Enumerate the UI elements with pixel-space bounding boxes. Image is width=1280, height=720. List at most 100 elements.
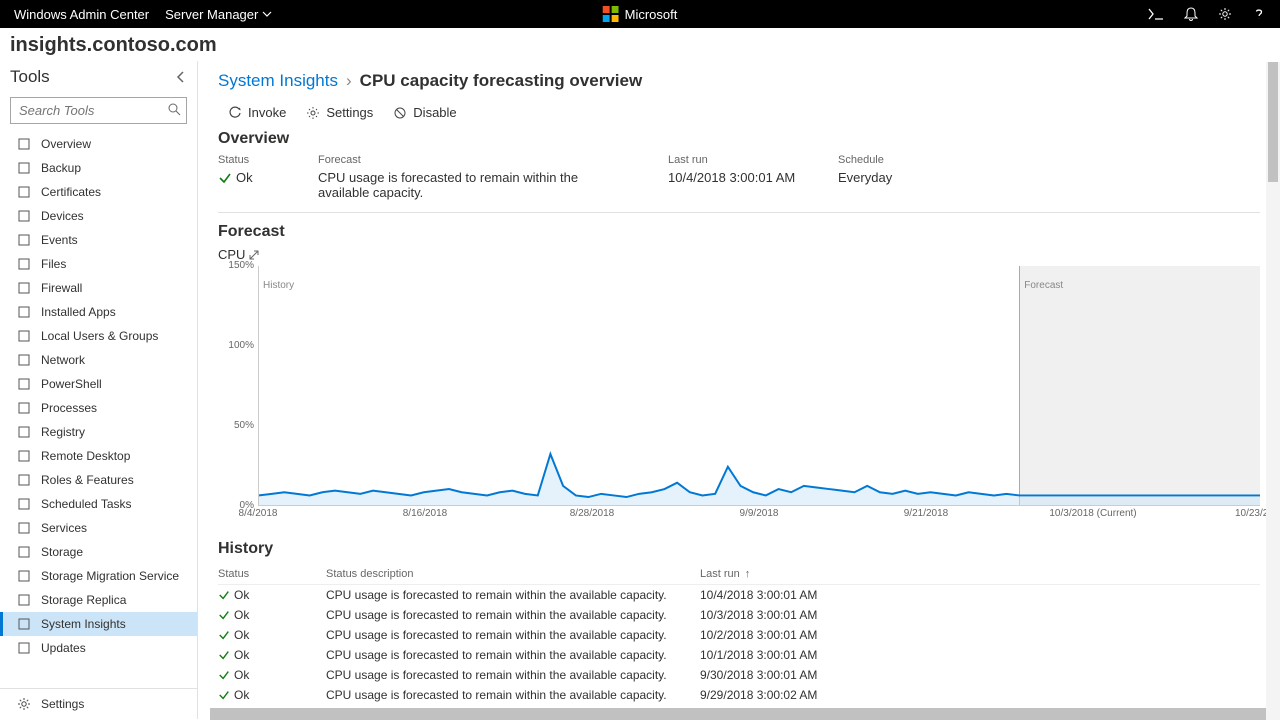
sidebar-item-label: PowerShell — [41, 377, 102, 391]
gear-icon[interactable] — [1218, 7, 1232, 21]
tool-icon — [17, 521, 31, 535]
sidebar-item-settings[interactable]: Settings — [0, 689, 197, 719]
expand-icon[interactable] — [249, 250, 259, 260]
sort-asc-icon: ↑ — [742, 568, 751, 580]
sidebar-item-events[interactable]: Events — [0, 228, 197, 252]
search-input[interactable] — [10, 97, 187, 124]
tool-icon — [17, 161, 31, 175]
refresh-icon — [228, 106, 242, 120]
sidebar-item-system-insights[interactable]: System Insights — [0, 612, 197, 636]
sidebar-item-storage-replica[interactable]: Storage Replica — [0, 588, 197, 612]
sidebar-item-label: Overview — [41, 137, 91, 151]
check-icon — [218, 629, 230, 641]
tool-icon — [17, 569, 31, 583]
sidebar-item-scheduled-tasks[interactable]: Scheduled Tasks — [0, 492, 197, 516]
command-bar: Invoke Settings Disable — [218, 105, 1260, 120]
tool-icon — [17, 641, 31, 655]
forecast-title: Forecast — [218, 223, 1260, 241]
lastrun-value: 10/4/2018 3:00:01 AM — [668, 170, 798, 185]
col-status[interactable]: Status — [218, 568, 326, 580]
sidebar-item-roles-features[interactable]: Roles & Features — [0, 468, 197, 492]
sidebar-item-processes[interactable]: Processes — [0, 396, 197, 420]
cpu-forecast-chart: 0%50%100%150% History Forecast 8/4/20188… — [218, 266, 1260, 526]
sidebar-item-services[interactable]: Services — [0, 516, 197, 540]
sidebar-item-label: Backup — [41, 161, 81, 175]
brand: Microsoft — [603, 6, 678, 22]
sidebar-item-label: Files — [41, 257, 66, 271]
sidebar-item-devices[interactable]: Devices — [0, 204, 197, 228]
bell-icon[interactable] — [1184, 7, 1198, 21]
check-icon — [218, 649, 230, 661]
invoke-button[interactable]: Invoke — [228, 105, 286, 120]
vertical-scrollbar[interactable] — [1266, 62, 1280, 720]
sidebar-item-overview[interactable]: Overview — [0, 132, 197, 156]
sidebar-item-label: Storage Migration Service — [41, 569, 179, 583]
horizontal-scrollbar[interactable] — [210, 708, 1266, 720]
sidebar-item-local-users-groups[interactable]: Local Users & Groups — [0, 324, 197, 348]
sidebar-item-files[interactable]: Files — [0, 252, 197, 276]
sidebar-item-label: Remote Desktop — [41, 449, 130, 463]
chevron-down-icon — [262, 9, 272, 19]
col-desc[interactable]: Status description — [326, 568, 700, 580]
chart-series-label: CPU — [218, 247, 1260, 262]
chevron-right-icon: › — [346, 71, 352, 91]
help-icon[interactable] — [1252, 7, 1266, 21]
history-row[interactable]: OkCPU usage is forecasted to remain with… — [218, 585, 1260, 605]
disable-button[interactable]: Disable — [393, 105, 456, 120]
tool-icon — [17, 209, 31, 223]
tools-title: Tools — [10, 67, 50, 87]
sidebar-item-label: Local Users & Groups — [41, 329, 158, 343]
tool-icon — [17, 281, 31, 295]
history-row[interactable]: OkCPU usage is forecasted to remain with… — [218, 665, 1260, 685]
sidebar-item-network[interactable]: Network — [0, 348, 197, 372]
sidebar-item-powershell[interactable]: PowerShell — [0, 372, 197, 396]
lastrun-label: Last run — [668, 154, 798, 166]
console-icon[interactable] — [1148, 7, 1164, 21]
tool-icon — [17, 617, 31, 631]
sidebar-item-label: Installed Apps — [41, 305, 116, 319]
check-icon — [218, 171, 232, 185]
status-label: Status — [218, 154, 278, 166]
collapse-sidebar-icon[interactable] — [175, 71, 187, 83]
history-row[interactable]: OkCPU usage is forecasted to remain with… — [218, 625, 1260, 645]
sidebar-item-label: Firewall — [41, 281, 82, 295]
app-title: Windows Admin Center — [14, 7, 149, 22]
sidebar-item-label: Registry — [41, 425, 85, 439]
sidebar-item-label: Devices — [41, 209, 84, 223]
forecast-label: Forecast — [318, 154, 628, 166]
sidebar-item-certificates[interactable]: Certificates — [0, 180, 197, 204]
sidebar-item-label: Services — [41, 521, 87, 535]
sidebar-item-label: System Insights — [41, 617, 126, 631]
tool-icon — [17, 545, 31, 559]
tool-icon — [17, 449, 31, 463]
sidebar-item-label: Roles & Features — [41, 473, 134, 487]
check-icon — [218, 669, 230, 681]
tool-icon — [17, 329, 31, 343]
sidebar-item-label: Settings — [41, 697, 84, 711]
microsoft-logo-icon — [603, 6, 619, 22]
server-manager-dropdown[interactable]: Server Manager — [165, 7, 272, 22]
tool-icon — [17, 473, 31, 487]
breadcrumb-parent[interactable]: System Insights — [218, 71, 338, 91]
col-lastrun[interactable]: Last run ↑ — [700, 568, 900, 580]
sidebar-item-storage[interactable]: Storage — [0, 540, 197, 564]
sidebar-item-backup[interactable]: Backup — [0, 156, 197, 180]
history-row[interactable]: OkCPU usage is forecasted to remain with… — [218, 605, 1260, 625]
sidebar-item-storage-migration-service[interactable]: Storage Migration Service — [0, 564, 197, 588]
forecast-value: CPU usage is forecasted to remain within… — [318, 170, 628, 200]
sidebar-item-registry[interactable]: Registry — [0, 420, 197, 444]
sidebar-item-remote-desktop[interactable]: Remote Desktop — [0, 444, 197, 468]
sidebar-item-label: Network — [41, 353, 85, 367]
sidebar-item-updates[interactable]: Updates — [0, 636, 197, 660]
sidebar-item-firewall[interactable]: Firewall — [0, 276, 197, 300]
sidebar-item-installed-apps[interactable]: Installed Apps — [0, 300, 197, 324]
tool-icon — [17, 233, 31, 247]
gear-icon — [17, 697, 31, 711]
host-name: insights.contoso.com — [0, 28, 1280, 61]
history-row[interactable]: OkCPU usage is forecasted to remain with… — [218, 645, 1260, 665]
sidebar-item-label: Updates — [41, 641, 86, 655]
history-row[interactable]: OkCPU usage is forecasted to remain with… — [218, 685, 1260, 705]
tool-icon — [17, 377, 31, 391]
search-tools[interactable] — [10, 97, 187, 124]
settings-button[interactable]: Settings — [306, 105, 373, 120]
